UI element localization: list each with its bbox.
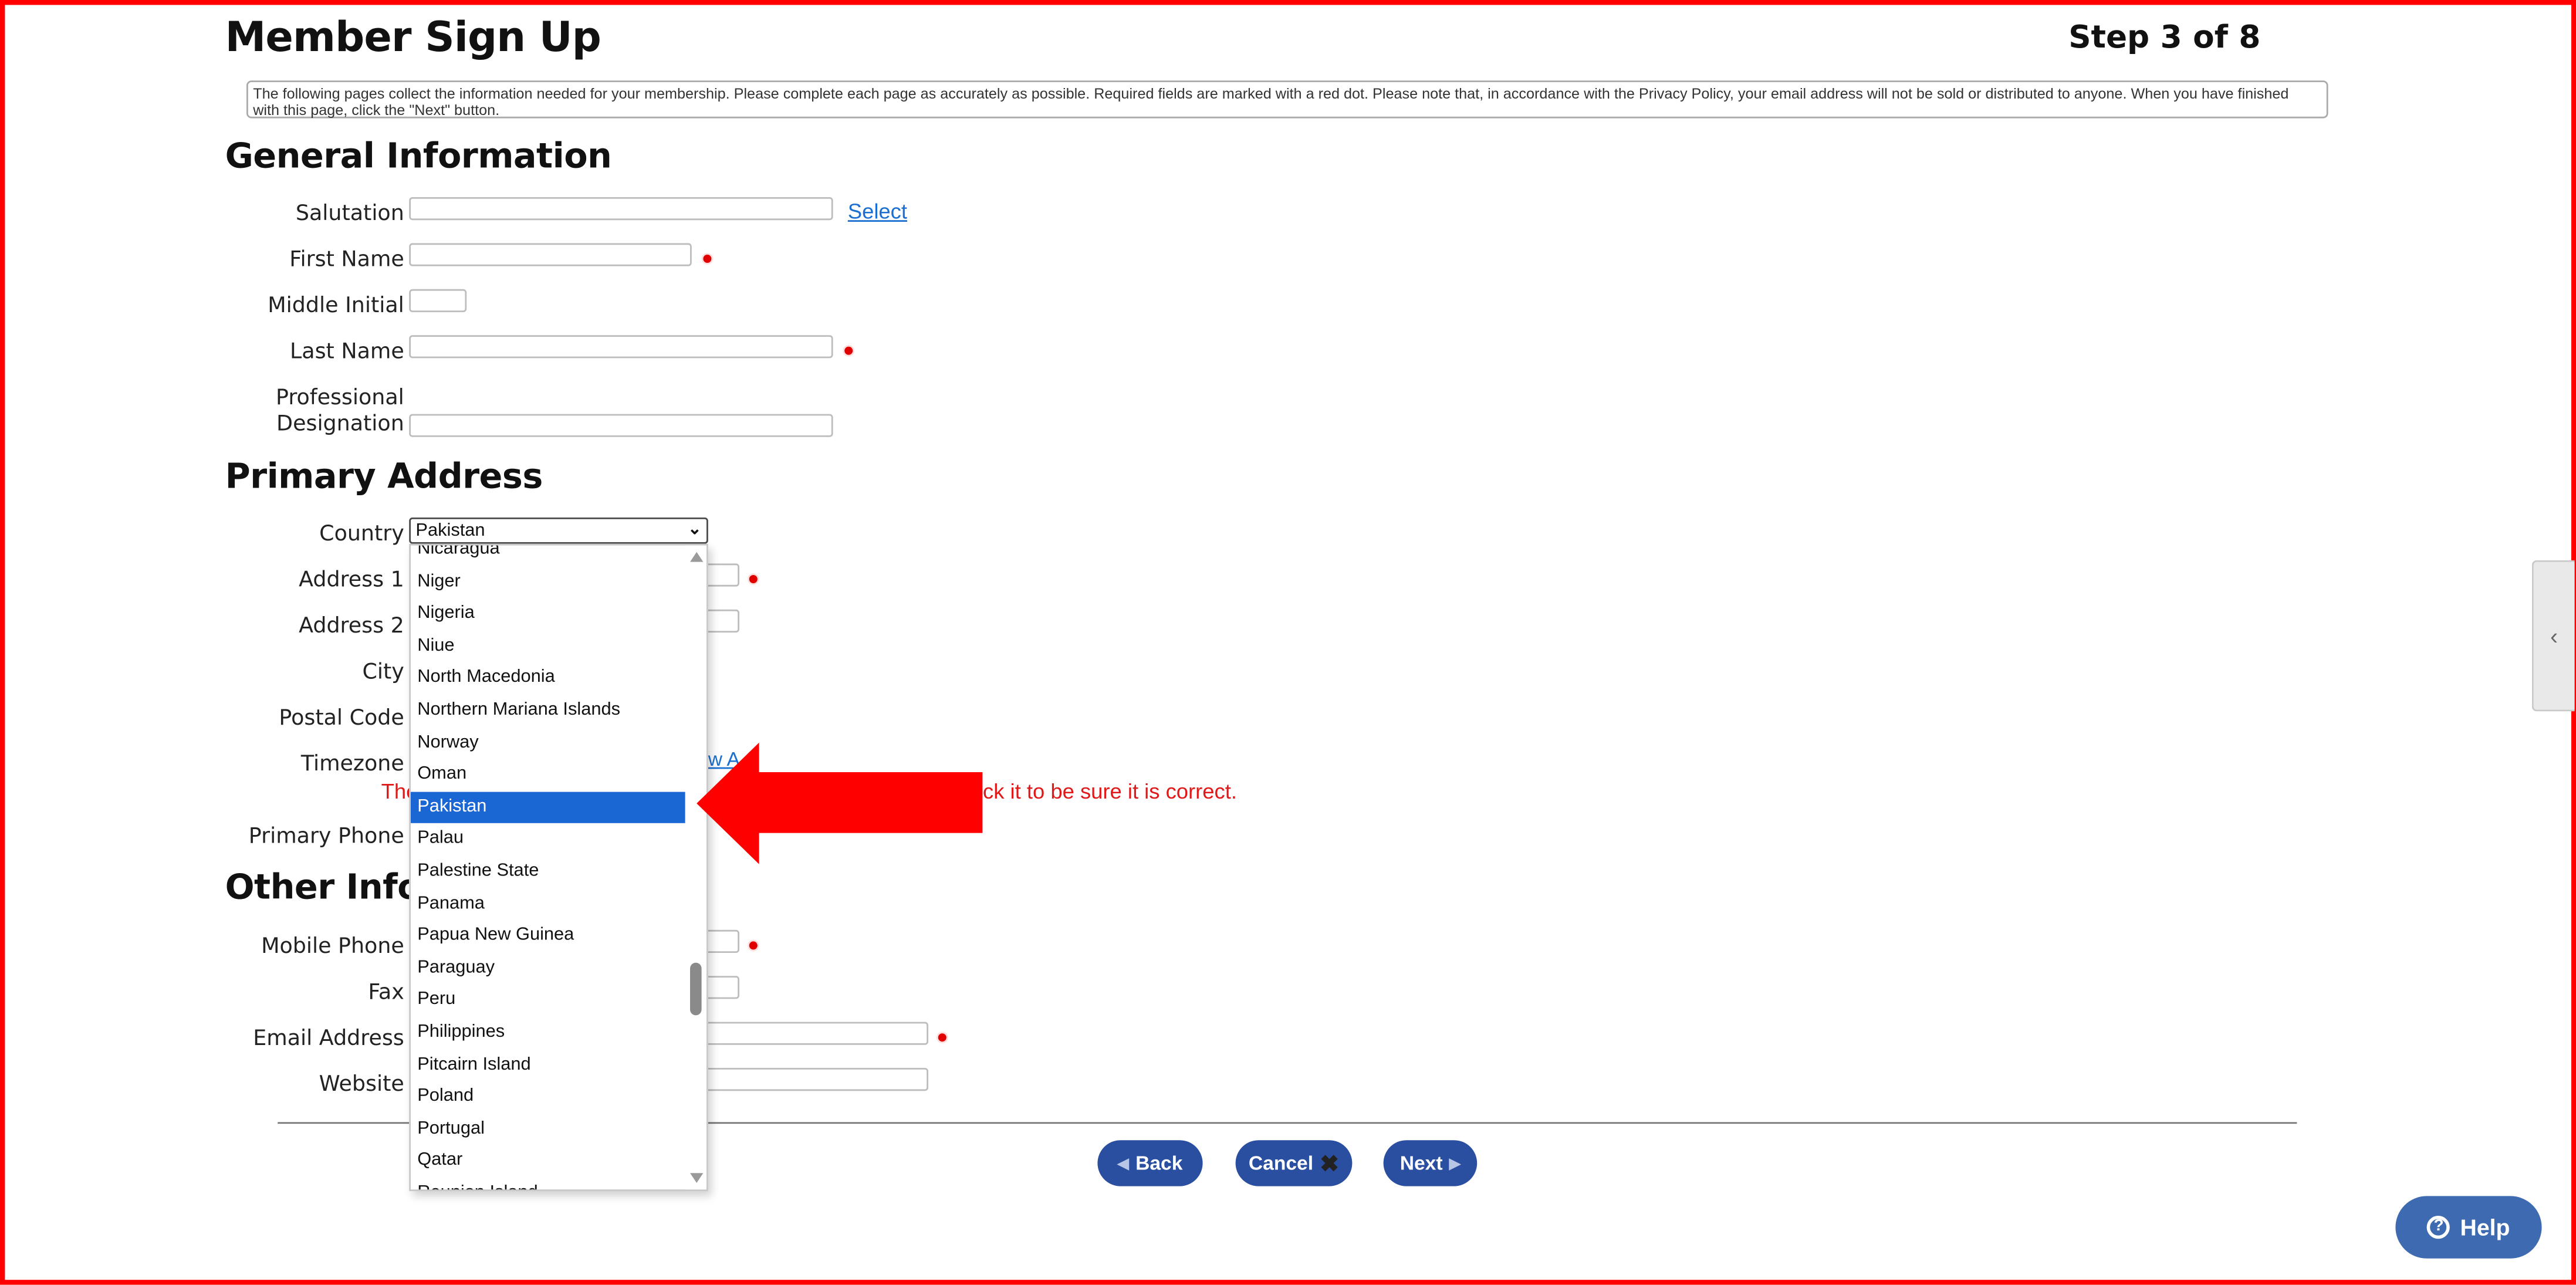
timezone-warning-end: eck it to be sure it is correct. — [971, 779, 1237, 804]
annotation-arrow-icon — [697, 742, 983, 864]
dropdown-option[interactable]: Panama — [411, 888, 687, 920]
dropdown-option[interactable]: North Macedonia — [411, 662, 687, 695]
address2-label: Address 2 — [299, 614, 404, 640]
dropdown-option[interactable]: Peru — [411, 985, 687, 1017]
next-button-label: Next — [1399, 1151, 1443, 1175]
dropdown-option[interactable]: Papua New Guinea — [411, 920, 687, 952]
country-select-value: Pakistan — [415, 520, 485, 541]
dropdown-option[interactable]: Niue — [411, 631, 687, 663]
back-button[interactable]: ◀ Back — [1097, 1140, 1203, 1186]
dropdown-option[interactable]: Reunion Island — [411, 1178, 687, 1190]
dropdown-option[interactable]: Nicaragua — [411, 546, 687, 566]
professional-designation-label-line1: Professional — [276, 386, 404, 411]
scroll-up-arrow-icon[interactable] — [690, 552, 704, 562]
dropdown-option[interactable]: Pitcairn Island — [411, 1049, 687, 1081]
dropdown-option[interactable]: Palau — [411, 824, 687, 856]
question-icon: ? — [2427, 1216, 2450, 1239]
chevron-left-icon: ‹ — [2550, 623, 2558, 649]
dropdown-option[interactable]: Philippines — [411, 1017, 687, 1049]
dropdown-option[interactable]: Pakistan — [411, 791, 687, 824]
email-label: Email Address — [253, 1027, 404, 1051]
address1-label: Address 1 — [299, 568, 404, 593]
required-dot — [844, 346, 853, 355]
last-name-input[interactable] — [409, 335, 833, 359]
help-button-label: Help — [2460, 1214, 2510, 1240]
chevron-right-icon: ▶ — [1449, 1154, 1461, 1171]
professional-designation-input[interactable] — [409, 414, 833, 437]
country-select[interactable]: Pakistan ⌄ — [409, 518, 708, 544]
professional-designation-label-line2: Designation — [276, 412, 404, 437]
website-input[interactable] — [690, 1068, 928, 1091]
side-panel-toggle[interactable]: ‹ — [2531, 560, 2575, 712]
country-label: Country — [319, 522, 404, 547]
mobile-phone-label: Mobile Phone — [261, 935, 404, 960]
dropdown-option[interactable]: Palestine State — [411, 856, 687, 888]
dropdown-option[interactable]: Portugal — [411, 1114, 687, 1146]
cancel-button-label: Cancel — [1248, 1151, 1314, 1175]
help-button[interactable]: ? Help — [2395, 1196, 2542, 1259]
dropdown-option[interactable]: Oman — [411, 759, 687, 792]
dropdown-option[interactable]: Nigeria — [411, 598, 687, 631]
last-name-label: Last Name — [289, 340, 404, 365]
timezone-label: Timezone — [300, 752, 404, 777]
instructions-box: The following pages collect the informat… — [246, 80, 2328, 119]
website-label: Website — [319, 1073, 404, 1098]
salutation-select-link[interactable]: Select — [848, 199, 907, 224]
section-primary-address: Primary Address — [225, 456, 543, 496]
scrollbar-thumb[interactable] — [690, 962, 702, 1016]
salutation-label: Salutation — [295, 202, 404, 227]
fax-label: Fax — [368, 980, 404, 1006]
dropdown-option[interactable]: Paraguay — [411, 952, 687, 985]
first-name-label: First Name — [289, 248, 404, 273]
primary-phone-label: Primary Phone — [248, 824, 404, 850]
dropdown-option[interactable]: Niger — [411, 566, 687, 598]
required-dot — [749, 941, 758, 950]
chevron-left-icon: ◀ — [1117, 1154, 1129, 1171]
required-dot — [749, 575, 758, 583]
first-name-input[interactable] — [409, 243, 692, 266]
required-dot — [938, 1033, 946, 1042]
back-button-label: Back — [1135, 1151, 1183, 1175]
section-other-info: Other Info — [225, 867, 421, 907]
next-button[interactable]: Next ▶ — [1383, 1140, 1478, 1186]
section-general-information: General Information — [225, 136, 612, 176]
dropdown-option[interactable]: Northern Mariana Islands — [411, 695, 687, 727]
cancel-button[interactable]: Cancel ✖ — [1235, 1140, 1353, 1186]
page-title: Member Sign Up — [225, 13, 601, 61]
salutation-input[interactable] — [409, 197, 833, 221]
city-label: City — [362, 660, 404, 685]
country-dropdown-list[interactable]: Nicaragua Niger Nigeria Niue North Macedonia… — [409, 543, 708, 1191]
scroll-down-arrow-icon[interactable] — [690, 1173, 704, 1183]
chevron-down-icon: ⌄ — [688, 520, 702, 539]
dropdown-option[interactable]: Norway — [411, 727, 687, 759]
postal-code-label: Postal Code — [279, 706, 404, 731]
middle-initial-input[interactable] — [409, 289, 467, 312]
dropdown-option[interactable]: Poland — [411, 1081, 687, 1114]
close-icon: ✖ — [1320, 1149, 1340, 1176]
email-input[interactable] — [690, 1022, 928, 1045]
step-indicator: Step 3 of 8 — [2068, 19, 2261, 56]
required-dot — [703, 255, 712, 263]
middle-initial-label: Middle Initial — [268, 294, 404, 319]
dropdown-option[interactable]: Qatar — [411, 1145, 687, 1178]
